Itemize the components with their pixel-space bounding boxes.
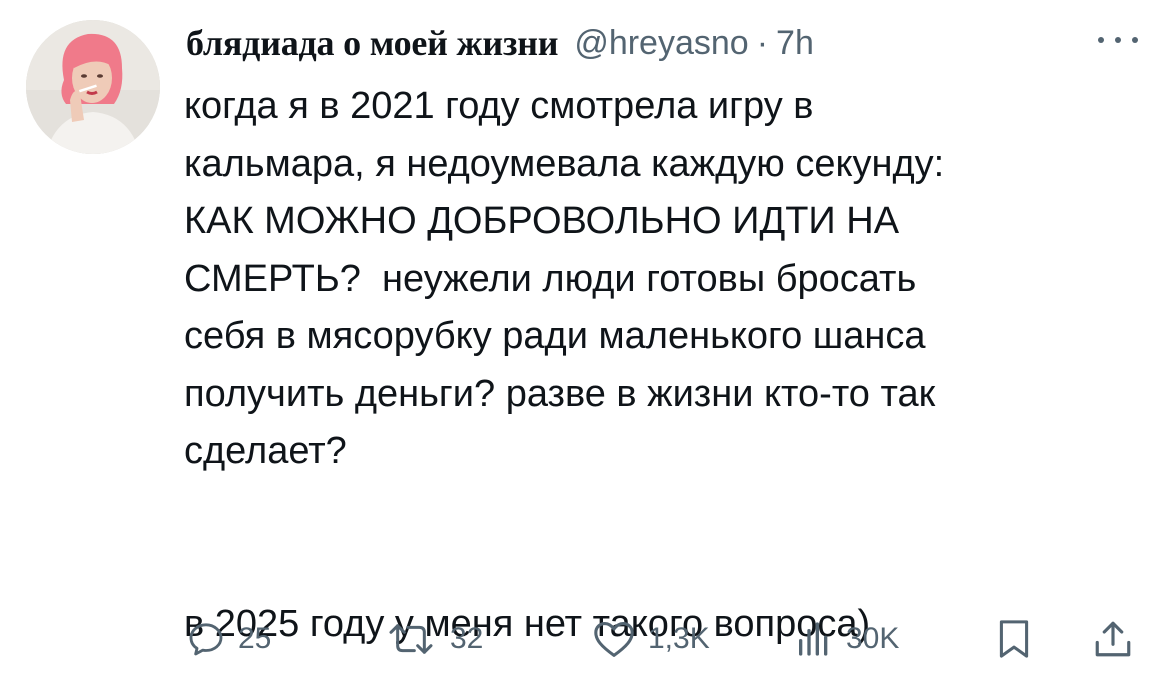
more-dot — [1132, 37, 1138, 43]
avatar[interactable] — [26, 20, 160, 154]
share-button[interactable] — [1092, 604, 1134, 674]
like-count: 1,3K — [648, 622, 710, 655]
views-icon — [799, 622, 828, 656]
reply-count: 25 — [238, 622, 272, 655]
avatar-image — [26, 20, 160, 154]
more-horizontal-icon[interactable] — [1098, 30, 1138, 50]
heart-icon — [594, 622, 634, 657]
repost-button[interactable]: 32 — [384, 604, 483, 674]
repost-icon — [389, 624, 433, 654]
author-handle[interactable]: @hreyasno — [574, 24, 748, 63]
reply-button[interactable]: 25 — [186, 604, 271, 674]
more-dot — [1098, 37, 1104, 43]
bookmark-button[interactable] — [996, 604, 1032, 674]
tweet-header: блядиада о моей жизни @hreyasno · 7h — [186, 18, 814, 68]
tweet: блядиада о моей жизни @hreyasno · 7h ког… — [0, 0, 1170, 697]
share-icon — [1095, 621, 1131, 657]
like-button[interactable]: 1,3K — [592, 604, 710, 674]
author-display-name[interactable]: блядиада о моей жизни — [186, 22, 559, 64]
tweet-text: когда я в 2021 году смотрела игру в каль… — [184, 85, 945, 645]
tweet-actions: 25 32 1,3K 30K — [0, 604, 1170, 674]
separator-dot: · — [756, 23, 769, 62]
repost-count: 32 — [450, 622, 484, 655]
bookmark-icon — [999, 620, 1029, 658]
reply-icon — [189, 623, 223, 656]
views-button[interactable]: 30K — [794, 604, 899, 674]
more-dot — [1115, 37, 1121, 43]
tweet-timestamp[interactable]: 7h — [776, 24, 814, 63]
views-count: 30K — [846, 622, 900, 655]
